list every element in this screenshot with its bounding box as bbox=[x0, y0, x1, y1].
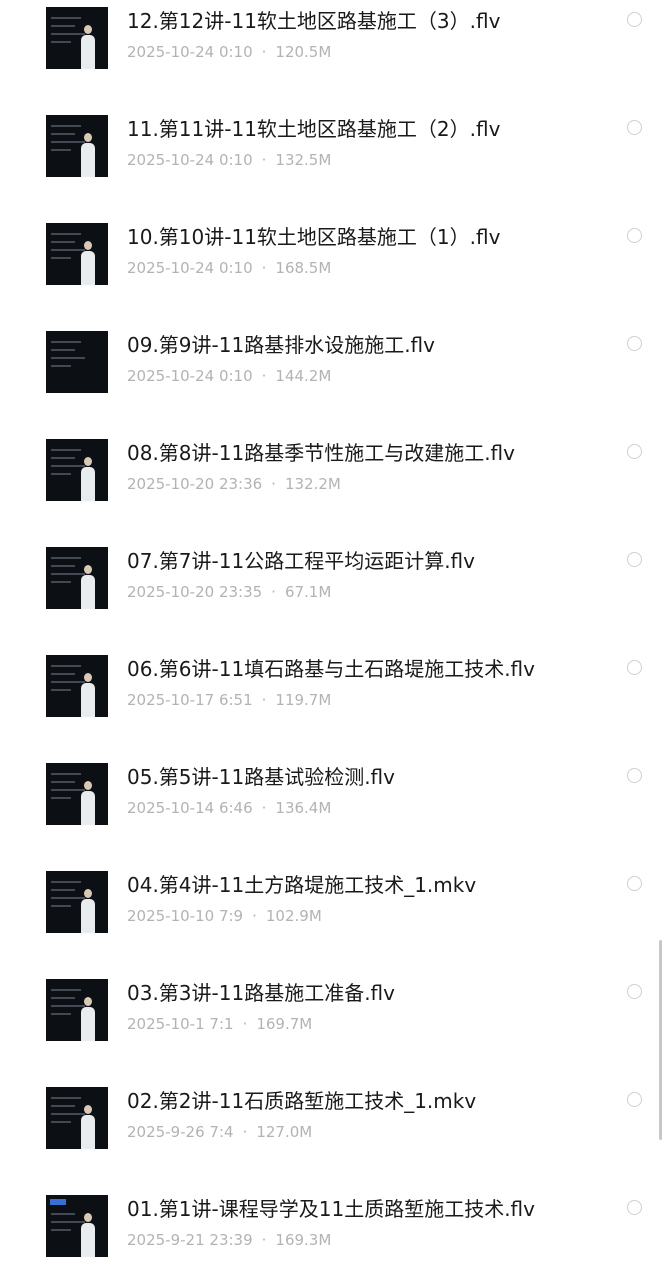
meta-separator: · bbox=[261, 1231, 267, 1249]
list-item[interactable]: 03.第3讲-11路基施工准备.flv 2025-10-1 7:1 · 169.7M bbox=[0, 950, 664, 1058]
meta-separator: · bbox=[261, 691, 267, 709]
list-item[interactable]: 04.第4讲-11土方路堤施工技术_1.mkv 2025-10-10 7:9 · 1… bbox=[0, 842, 664, 950]
file-size: 127.0M bbox=[256, 1123, 313, 1141]
file-date: 2025-10-20 23:35 bbox=[127, 583, 263, 601]
radio-unselected-icon[interactable] bbox=[627, 1092, 642, 1107]
list-item[interactable]: 05.第5讲-11路基试验检测.flv 2025-10-14 6:46 · 136.… bbox=[0, 734, 664, 842]
radio-unselected-icon[interactable] bbox=[627, 552, 642, 567]
file-date: 2025-10-24 0:10 bbox=[127, 151, 253, 169]
file-name: 12.第12讲-11软土地区路基施工（3）.flv bbox=[127, 9, 501, 33]
file-size: 119.7M bbox=[275, 691, 332, 709]
video-thumbnail-icon bbox=[46, 871, 108, 933]
radio-unselected-icon[interactable] bbox=[627, 768, 642, 783]
file-size: 102.9M bbox=[265, 907, 322, 925]
file-size: 168.5M bbox=[275, 259, 332, 277]
list-item[interactable]: 09.第9讲-11路基排水设施施工.flv 2025-10-24 0:10 · 14… bbox=[0, 302, 664, 410]
meta-separator: · bbox=[261, 151, 267, 169]
video-thumbnail-icon bbox=[46, 439, 108, 501]
file-name: 01.第1讲-课程导学及11土质路堑施工技术.flv bbox=[127, 1197, 535, 1221]
file-size: 132.5M bbox=[275, 151, 332, 169]
list-item[interactable]: 02.第2讲-11石质路堑施工技术_1.mkv 2025-9-26 7:4 · 12… bbox=[0, 1058, 664, 1166]
file-meta: 2025-10-24 0:10 · 144.2M bbox=[127, 366, 331, 386]
video-thumbnail-icon bbox=[46, 1195, 108, 1257]
file-name: 08.第8讲-11路基季节性施工与改建施工.flv bbox=[127, 441, 515, 465]
video-thumbnail-icon bbox=[46, 115, 108, 177]
file-meta: 2025-10-20 23:36 · 132.2M bbox=[127, 474, 341, 494]
radio-unselected-icon[interactable] bbox=[627, 660, 642, 675]
file-meta: 2025-10-10 7:9 · 102.9M bbox=[127, 906, 322, 926]
file-date: 2025-10-17 6:51 bbox=[127, 691, 253, 709]
radio-unselected-icon[interactable] bbox=[627, 336, 642, 351]
file-name: 09.第9讲-11路基排水设施施工.flv bbox=[127, 333, 435, 357]
file-size: 169.3M bbox=[275, 1231, 332, 1249]
file-size: 120.5M bbox=[275, 43, 332, 61]
video-thumbnail-icon bbox=[46, 331, 108, 393]
file-meta: 2025-10-24 0:10 · 120.5M bbox=[127, 42, 331, 62]
file-date: 2025-10-20 23:36 bbox=[127, 475, 263, 493]
list-item[interactable]: 10.第10讲-11软土地区路基施工（1）.flv 2025-10-24 0:1… bbox=[0, 194, 664, 302]
file-size: 67.1M bbox=[284, 583, 332, 601]
video-thumbnail-icon bbox=[46, 655, 108, 717]
file-date: 2025-9-21 23:39 bbox=[127, 1231, 253, 1249]
file-meta: 2025-10-17 6:51 · 119.7M bbox=[127, 690, 331, 710]
radio-unselected-icon[interactable] bbox=[627, 876, 642, 891]
file-size: 144.2M bbox=[275, 367, 332, 385]
meta-separator: · bbox=[252, 907, 257, 925]
video-thumbnail-icon bbox=[46, 223, 108, 285]
file-meta: 2025-10-24 0:10 · 132.5M bbox=[127, 150, 331, 170]
radio-unselected-icon[interactable] bbox=[627, 444, 642, 459]
list-item[interactable]: 08.第8讲-11路基季节性施工与改建施工.flv 2025-10-20 23:… bbox=[0, 410, 664, 518]
file-date: 2025-10-24 0:10 bbox=[127, 367, 253, 385]
meta-separator: · bbox=[242, 1015, 248, 1033]
meta-separator: · bbox=[242, 1123, 248, 1141]
meta-separator: · bbox=[261, 799, 267, 817]
list-item[interactable]: 07.第7讲-11公路工程平均运距计算.flv 2025-10-20 23:35… bbox=[0, 518, 664, 626]
file-meta: 2025-10-14 6:46 · 136.4M bbox=[127, 798, 331, 818]
file-meta: 2025-9-26 7:4 · 127.0M bbox=[127, 1122, 312, 1142]
meta-separator: · bbox=[271, 583, 276, 601]
file-name: 05.第5讲-11路基试验检测.flv bbox=[127, 765, 395, 789]
list-item[interactable]: 12.第12讲-11软土地区路基施工（3）.flv 2025-10-24 0:1… bbox=[0, 0, 664, 86]
video-thumbnail-icon bbox=[46, 763, 108, 825]
radio-unselected-icon[interactable] bbox=[627, 1200, 642, 1215]
radio-unselected-icon[interactable] bbox=[627, 12, 642, 27]
file-meta: 2025-10-24 0:10 · 168.5M bbox=[127, 258, 331, 278]
meta-separator: · bbox=[271, 475, 276, 493]
file-meta: 2025-10-20 23:35 · 67.1M bbox=[127, 582, 331, 602]
file-size: 132.2M bbox=[284, 475, 341, 493]
file-date: 2025-9-26 7:4 bbox=[127, 1123, 234, 1141]
file-meta: 2025-10-1 7:1 · 169.7M bbox=[127, 1014, 312, 1034]
file-size: 136.4M bbox=[275, 799, 332, 817]
radio-unselected-icon[interactable] bbox=[627, 984, 642, 999]
file-name: 03.第3讲-11路基施工准备.flv bbox=[127, 981, 395, 1005]
list-item[interactable]: 11.第11讲-11软土地区路基施工（2）.flv 2025-10-24 0:1… bbox=[0, 86, 664, 194]
file-meta: 2025-9-21 23:39 · 169.3M bbox=[127, 1230, 331, 1250]
file-date: 2025-10-14 6:46 bbox=[127, 799, 253, 817]
file-size: 169.7M bbox=[256, 1015, 313, 1033]
file-name: 07.第7讲-11公路工程平均运距计算.flv bbox=[127, 549, 475, 573]
file-name: 04.第4讲-11土方路堤施工技术_1.mkv bbox=[127, 873, 477, 897]
file-date: 2025-10-24 0:10 bbox=[127, 43, 253, 61]
file-name: 11.第11讲-11软土地区路基施工（2）.flv bbox=[127, 117, 501, 141]
video-thumbnail-icon bbox=[46, 1087, 108, 1149]
file-date: 2025-10-1 7:1 bbox=[127, 1015, 234, 1033]
meta-separator: · bbox=[261, 43, 267, 61]
file-list: 12.第12讲-11软土地区路基施工（3）.flv 2025-10-24 0:1… bbox=[0, 0, 664, 1274]
radio-unselected-icon[interactable] bbox=[627, 228, 642, 243]
list-item[interactable]: 01.第1讲-课程导学及11土质路堑施工技术.flv 2025-9-21 23:… bbox=[0, 1166, 664, 1274]
meta-separator: · bbox=[261, 367, 267, 385]
scrollbar[interactable] bbox=[659, 940, 662, 1140]
file-date: 2025-10-10 7:9 bbox=[127, 907, 244, 925]
video-thumbnail-icon bbox=[46, 7, 108, 69]
file-name: 10.第10讲-11软土地区路基施工（1）.flv bbox=[127, 225, 501, 249]
file-name: 02.第2讲-11石质路堑施工技术_1.mkv bbox=[127, 1089, 477, 1113]
video-thumbnail-icon bbox=[46, 979, 108, 1041]
file-name: 06.第6讲-11填石路基与土石路堤施工技术.flv bbox=[127, 657, 535, 681]
list-item[interactable]: 06.第6讲-11填石路基与土石路堤施工技术.flv 2025-10-17 6:… bbox=[0, 626, 664, 734]
video-thumbnail-icon bbox=[46, 547, 108, 609]
radio-unselected-icon[interactable] bbox=[627, 120, 642, 135]
meta-separator: · bbox=[261, 259, 267, 277]
file-date: 2025-10-24 0:10 bbox=[127, 259, 253, 277]
